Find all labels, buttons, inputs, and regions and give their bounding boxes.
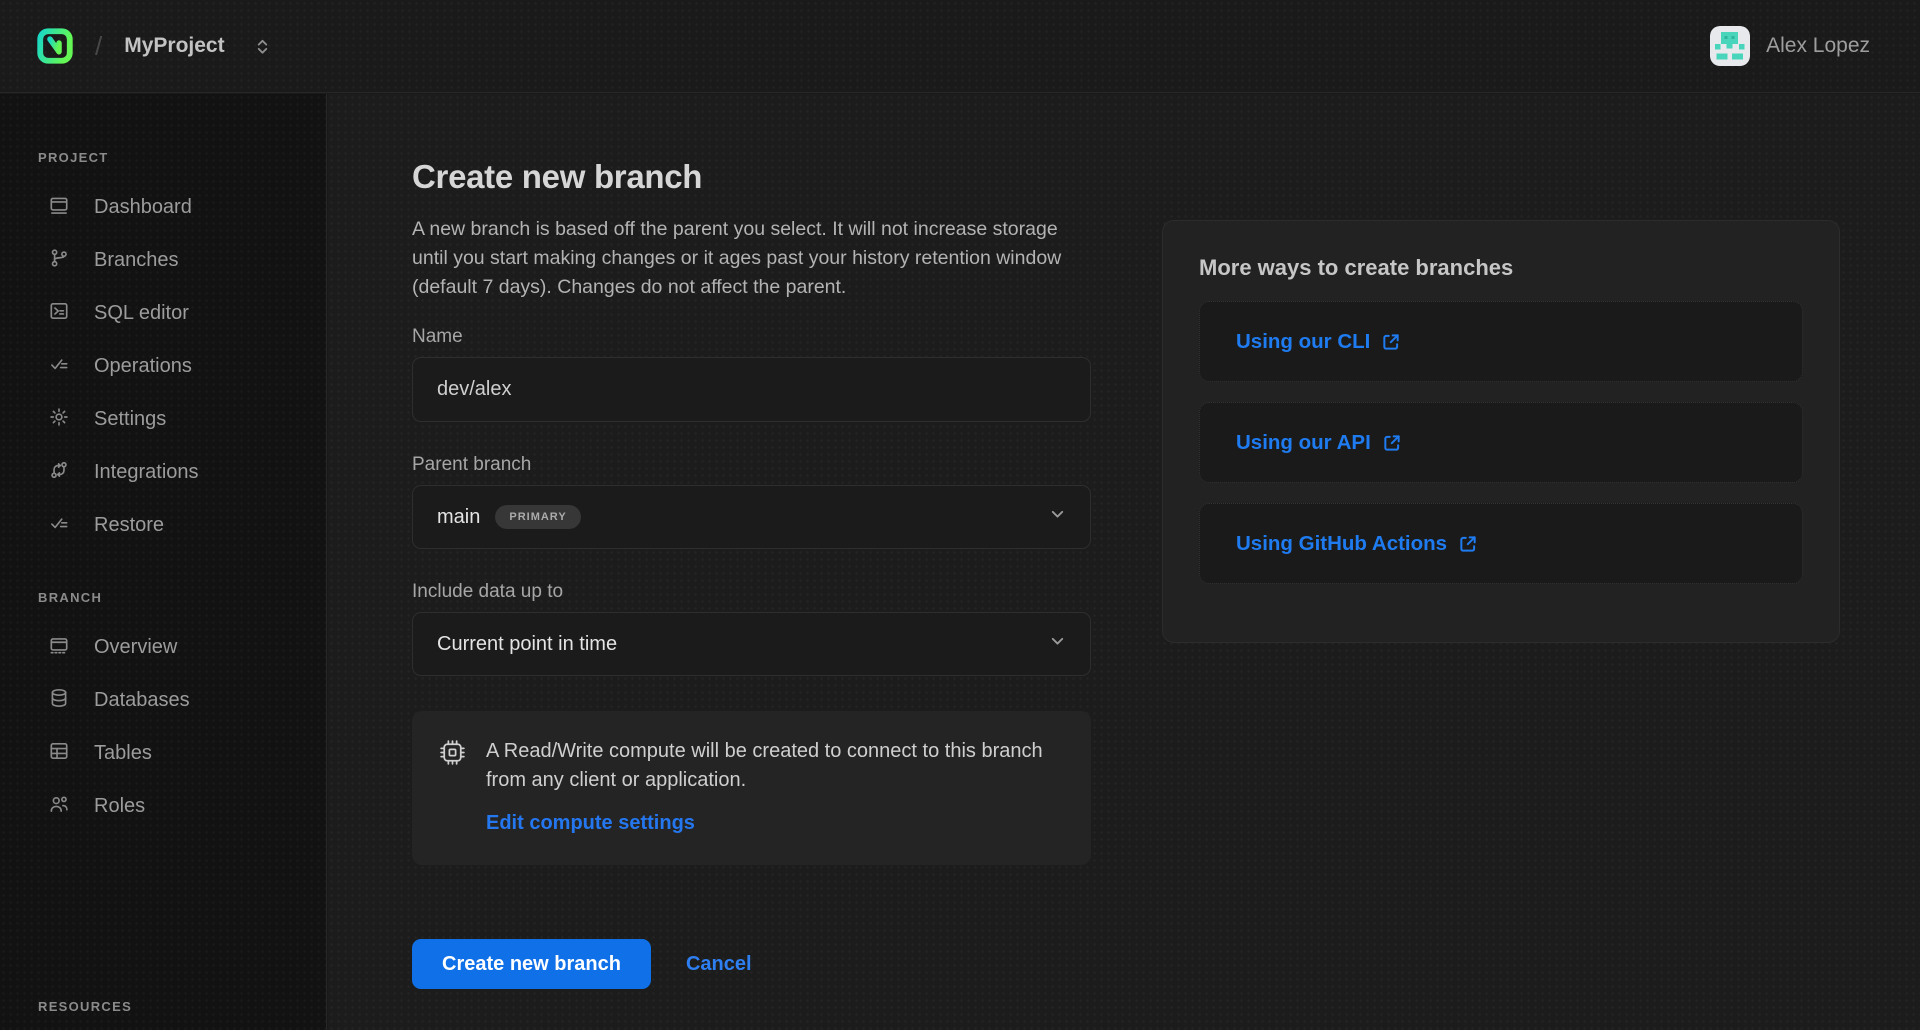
dashboard-icon [48, 194, 70, 222]
branches-icon [48, 247, 70, 275]
user-avatar[interactable] [1710, 26, 1750, 66]
sidebar-item-label: Tables [94, 742, 152, 765]
using-github-actions-label: Using GitHub Actions [1236, 532, 1447, 556]
compute-info-box: A Read/Write compute will be created to … [412, 711, 1091, 865]
sidebar-item-dashboard[interactable]: Dashboard [0, 181, 326, 234]
sidebar-item-sql-editor[interactable]: SQL editor [0, 287, 326, 340]
tables-icon [48, 740, 70, 768]
using-cli-card[interactable]: Using our CLI [1199, 301, 1803, 382]
page-title: Create new branch [412, 158, 1091, 196]
section-label-branch: BRANCH [0, 590, 326, 605]
name-label: Name [412, 326, 1091, 348]
sidebar-item-branches[interactable]: Branches [0, 234, 326, 287]
sidebar-item-label: Integrations [94, 461, 199, 484]
create-new-branch-button[interactable]: Create new branch [412, 939, 651, 989]
settings-icon [48, 406, 70, 434]
sidebar-item-label: SQL editor [94, 302, 189, 325]
include-data-select[interactable]: Current point in time [412, 612, 1091, 676]
chevron-down-icon [1047, 504, 1068, 530]
section-label-resources: RESOURCES [0, 999, 132, 1014]
using-api-link[interactable]: Using our API [1236, 431, 1402, 455]
using-api-label: Using our API [1236, 431, 1371, 455]
sidebar-item-label: Overview [94, 636, 177, 659]
using-cli-label: Using our CLI [1236, 330, 1370, 354]
chevron-down-icon [1047, 631, 1068, 657]
include-data-value: Current point in time [437, 633, 617, 656]
sidebar-item-roles[interactable]: Roles [0, 780, 326, 833]
compute-note: A Read/Write compute will be created to … [486, 737, 1063, 795]
parent-branch-value: main [437, 506, 480, 529]
cpu-icon [437, 737, 468, 773]
sidebar-section-branch: BRANCH Overview Databases [0, 590, 326, 833]
main-content: Create new branch A new branch is based … [328, 94, 1920, 1030]
sidebar-section-project: PROJECT Dashboard Branches [0, 150, 326, 552]
sidebar-item-label: Restore [94, 514, 164, 537]
using-github-actions-link[interactable]: Using GitHub Actions [1236, 532, 1478, 556]
using-api-card[interactable]: Using our API [1199, 402, 1803, 483]
user-name[interactable]: Alex Lopez [1766, 34, 1870, 58]
sidebar-item-databases[interactable]: Databases [0, 674, 326, 727]
databases-icon [48, 687, 70, 715]
overview-icon [48, 634, 70, 662]
form-actions: Create new branch Cancel [412, 939, 1091, 989]
roles-icon [48, 793, 70, 821]
breadcrumb-project-name[interactable]: MyProject [124, 34, 224, 58]
operations-icon [48, 353, 70, 381]
sidebar-item-settings[interactable]: Settings [0, 393, 326, 446]
breadcrumb-separator: / [95, 31, 102, 62]
sidebar-item-label: Branches [94, 249, 179, 272]
integrations-icon [48, 459, 70, 487]
sidebar-item-label: Databases [94, 689, 190, 712]
sidebar-item-label: Roles [94, 795, 145, 818]
project-selector-chevrons-icon[interactable] [253, 37, 272, 56]
external-link-icon [1458, 534, 1478, 554]
external-link-icon [1381, 332, 1401, 352]
include-data-label: Include data up to [412, 581, 1091, 603]
create-branch-form: Create new branch A new branch is based … [412, 158, 1091, 1030]
sidebar-item-operations[interactable]: Operations [0, 340, 326, 393]
cancel-link[interactable]: Cancel [686, 953, 752, 976]
neon-logo-icon[interactable] [35, 26, 75, 66]
parent-branch-label: Parent branch [412, 454, 1091, 476]
sidebar-item-label: Operations [94, 355, 192, 378]
sidebar-item-overview[interactable]: Overview [0, 621, 326, 674]
external-link-icon [1382, 433, 1402, 453]
sql-editor-icon [48, 300, 70, 328]
sidebar-item-restore[interactable]: Restore [0, 499, 326, 552]
section-label-project: PROJECT [0, 150, 326, 165]
page-description: A new branch is based off the parent you… [412, 215, 1091, 302]
more-ways-panel: More ways to create branches Using our C… [1162, 220, 1840, 643]
sidebar-item-tables[interactable]: Tables [0, 727, 326, 780]
sidebar-item-label: Settings [94, 408, 166, 431]
topbar: / MyProject Alex Lopez [0, 0, 1920, 93]
parent-branch-select[interactable]: main PRIMARY [412, 485, 1091, 549]
sidebar: PROJECT Dashboard Branches [0, 94, 327, 1030]
restore-icon [48, 512, 70, 540]
using-cli-link[interactable]: Using our CLI [1236, 330, 1401, 354]
using-github-actions-card[interactable]: Using GitHub Actions [1199, 503, 1803, 584]
edit-compute-settings-link[interactable]: Edit compute settings [486, 812, 695, 835]
sidebar-item-label: Dashboard [94, 196, 192, 219]
branch-name-input[interactable] [412, 357, 1091, 422]
sidebar-item-integrations[interactable]: Integrations [0, 446, 326, 499]
more-ways-title: More ways to create branches [1199, 255, 1803, 281]
primary-badge: PRIMARY [495, 505, 580, 529]
